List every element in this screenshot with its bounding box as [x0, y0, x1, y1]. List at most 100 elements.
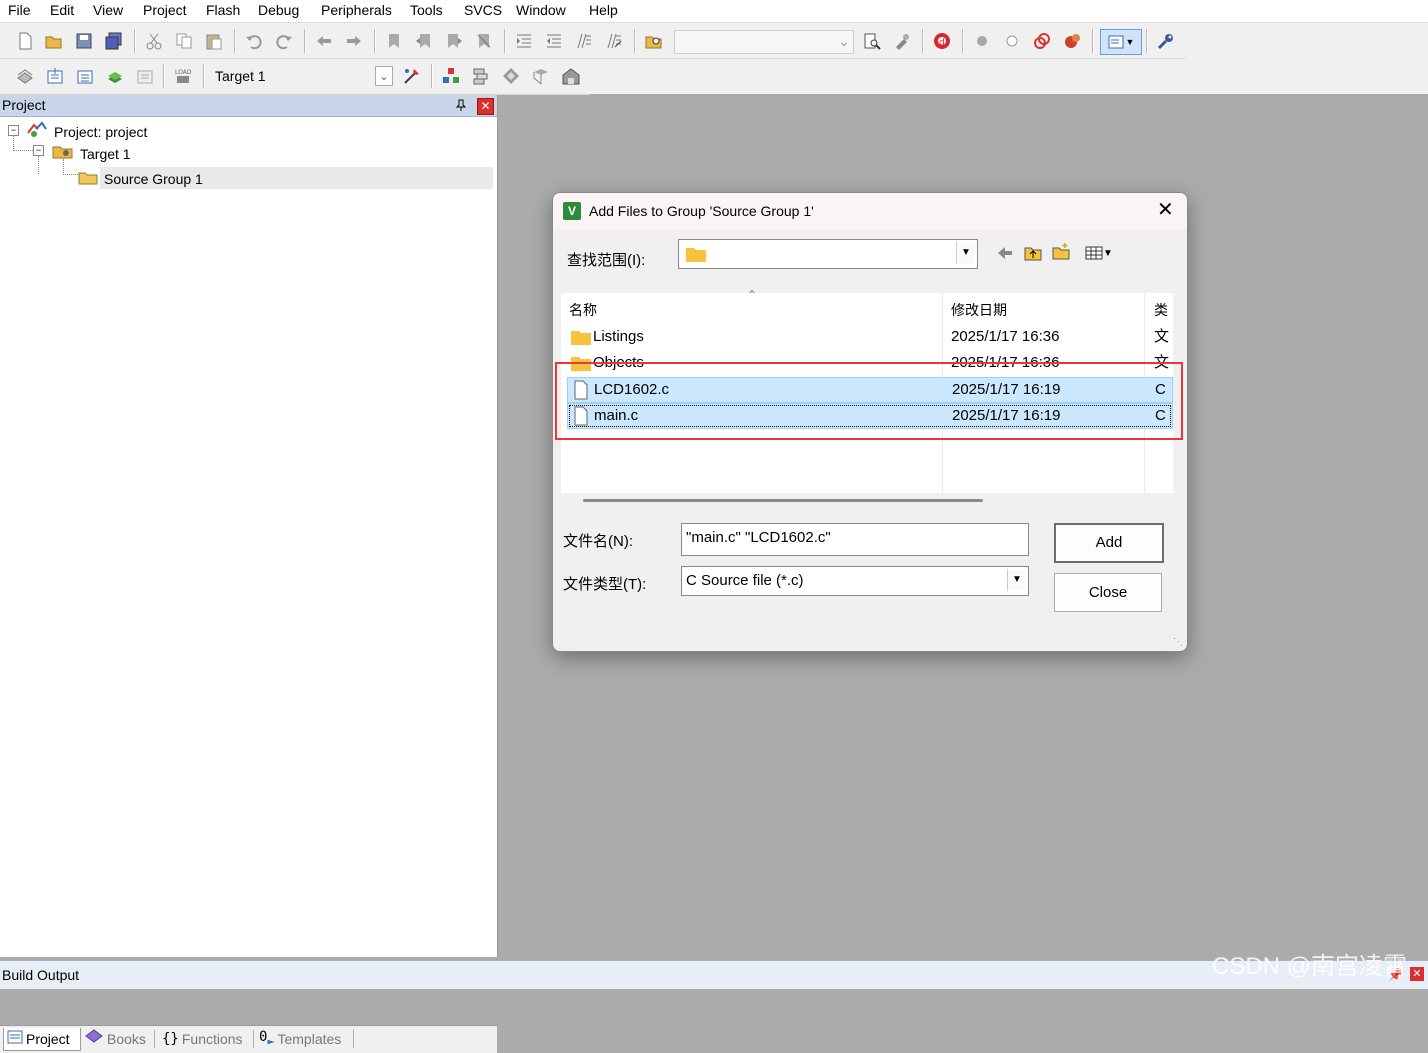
- uncomment-icon[interactable]: [604, 31, 624, 51]
- components-icon[interactable]: [561, 66, 581, 86]
- tab-functions[interactable]: {} Functions: [162, 1028, 243, 1050]
- file-extensions-icon[interactable]: [441, 66, 461, 86]
- list-item[interactable]: Listings 2025/1/17 16:36 文: [561, 325, 1173, 349]
- menu-file[interactable]: File: [8, 1, 31, 19]
- column-header-type[interactable]: 类: [1154, 300, 1168, 320]
- nav-back-icon[interactable]: [314, 31, 334, 51]
- comment-icon[interactable]: [574, 31, 594, 51]
- collapse-target-icon[interactable]: −: [33, 145, 44, 156]
- undo-icon[interactable]: [244, 31, 264, 51]
- menu-tools[interactable]: Tools: [410, 1, 443, 19]
- chevron-down-icon[interactable]: ▼: [956, 242, 975, 264]
- column-header-name[interactable]: 名称: [569, 300, 597, 320]
- batch-build-icon[interactable]: [105, 66, 125, 86]
- menu-edit[interactable]: Edit: [50, 1, 74, 19]
- menu-view[interactable]: View: [93, 1, 123, 19]
- menu-project[interactable]: Project: [143, 1, 187, 19]
- books-icon: [84, 1028, 104, 1050]
- back-arrow-icon[interactable]: [995, 243, 1015, 263]
- project-panel-header: Project ✕: [0, 95, 497, 117]
- tools-config-icon[interactable]: [892, 31, 912, 51]
- menu-flash[interactable]: Flash: [206, 1, 240, 19]
- file-list[interactable]: 名称 ⌃ 修改日期 类 Listings 2025/1/17 16:36 文 O…: [561, 288, 1173, 493]
- target-dropdown-button[interactable]: ⌄: [375, 66, 393, 86]
- svg-text:d: d: [939, 38, 945, 48]
- lookin-label: 查找范围(I):: [567, 252, 646, 269]
- breakpoint-icon[interactable]: [972, 31, 992, 51]
- view-menu-icon[interactable]: ▼: [1081, 243, 1117, 263]
- bookmark-next-icon[interactable]: [444, 31, 464, 51]
- window-layout-icon[interactable]: ▼: [1100, 29, 1142, 55]
- nav-forward-icon[interactable]: [344, 31, 364, 51]
- wrench-icon[interactable]: [1156, 31, 1176, 51]
- unindent-icon[interactable]: [544, 31, 564, 51]
- stop-build-icon[interactable]: [135, 66, 155, 86]
- find-in-files-icon[interactable]: [644, 31, 664, 51]
- redo-icon[interactable]: [274, 31, 294, 51]
- new-folder-icon[interactable]: [1051, 241, 1071, 261]
- up-folder-icon[interactable]: [1023, 243, 1043, 263]
- tab-books[interactable]: Books: [84, 1028, 146, 1050]
- pin-icon[interactable]: [454, 98, 468, 112]
- find-icon[interactable]: [862, 31, 882, 51]
- add-button[interactable]: Add: [1054, 523, 1164, 563]
- bookmark-prev-icon[interactable]: [414, 31, 434, 51]
- menu-help[interactable]: Help: [589, 1, 618, 19]
- new-file-icon[interactable]: [15, 31, 35, 51]
- bookmark-icon[interactable]: [384, 31, 404, 51]
- menu-debug[interactable]: Debug: [258, 1, 299, 19]
- breakpoint-all-icon[interactable]: [1062, 31, 1082, 51]
- tree-item-target[interactable]: Target 1: [80, 145, 131, 163]
- filename-label: 文件名(N):: [563, 533, 633, 550]
- tab-templates[interactable]: 0► Templates: [259, 1028, 341, 1050]
- target-options-icon[interactable]: [402, 66, 422, 86]
- filetype-select[interactable]: C Source file (*.c) ▼: [681, 566, 1029, 596]
- find-combo[interactable]: ⌄: [674, 30, 854, 54]
- breakpoint-kill-icon[interactable]: [1032, 31, 1052, 51]
- close-panel-button[interactable]: ✕: [477, 98, 494, 115]
- column-header-date[interactable]: 修改日期: [951, 300, 1007, 320]
- list-item[interactable]: Objects 2025/1/17 16:36 文: [561, 351, 1173, 375]
- rebuild-icon[interactable]: [75, 66, 95, 86]
- file-date: 2025/1/17 16:19: [952, 381, 1061, 398]
- bookmark-clear-icon[interactable]: [474, 31, 494, 51]
- save-icon[interactable]: [74, 31, 94, 51]
- project-panel-tabs: Project Books {} Functions 0► Templates: [0, 1025, 497, 1053]
- indent-icon[interactable]: [514, 31, 534, 51]
- pack-installer-icon[interactable]: [531, 66, 551, 86]
- close-button[interactable]: Close: [1054, 573, 1162, 612]
- cut-icon[interactable]: [144, 31, 164, 51]
- close-build-output-button[interactable]: ✕: [1410, 967, 1424, 981]
- tab-books-label: Books: [107, 1031, 146, 1047]
- menu-window[interactable]: Window: [516, 1, 566, 19]
- open-folder-icon[interactable]: [44, 31, 64, 51]
- watermark: CSDN @南宫凌霄: [1212, 953, 1408, 980]
- lookin-combo[interactable]: ▼: [678, 239, 978, 269]
- filename-value: "main.c" "LCD1602.c": [686, 529, 831, 546]
- paste-icon[interactable]: [204, 31, 224, 51]
- save-all-icon[interactable]: [104, 31, 124, 51]
- tab-project[interactable]: Project: [3, 1028, 81, 1051]
- list-item-selected[interactable]: main.c 2025/1/17 16:19 C :: [567, 403, 1173, 429]
- menu-peripherals[interactable]: Peripherals: [321, 1, 392, 19]
- tree-item-source-group[interactable]: Source Group 1: [104, 170, 203, 188]
- build-output-title: Build Output: [2, 967, 80, 983]
- filename-input[interactable]: "main.c" "LCD1602.c": [681, 523, 1029, 556]
- manage-runtime-icon[interactable]: [471, 66, 491, 86]
- debug-session-icon[interactable]: d: [932, 31, 952, 51]
- chevron-down-icon[interactable]: ▼: [1007, 569, 1026, 591]
- resize-grip-icon[interactable]: ⋱: [1173, 637, 1183, 648]
- list-item-selected[interactable]: LCD1602.c 2025/1/17 16:19 C :: [567, 377, 1173, 403]
- horizontal-scrollbar[interactable]: [583, 499, 983, 502]
- c-file-icon: [573, 406, 589, 434]
- translate-icon[interactable]: [15, 66, 35, 86]
- breakpoint-disable-icon[interactable]: [1002, 31, 1022, 51]
- copy-icon[interactable]: [174, 31, 194, 51]
- tree-item-project[interactable]: Project: project: [54, 123, 147, 141]
- menu-svcs[interactable]: SVCS: [464, 1, 502, 19]
- close-dialog-icon[interactable]: ✕: [1157, 199, 1174, 221]
- dialog-titlebar: V Add Files to Group 'Source Group 1' ✕: [553, 193, 1187, 229]
- build-icon[interactable]: [45, 66, 65, 86]
- download-load-icon[interactable]: LOAD: [173, 66, 193, 86]
- select-packs-icon[interactable]: [501, 66, 521, 86]
